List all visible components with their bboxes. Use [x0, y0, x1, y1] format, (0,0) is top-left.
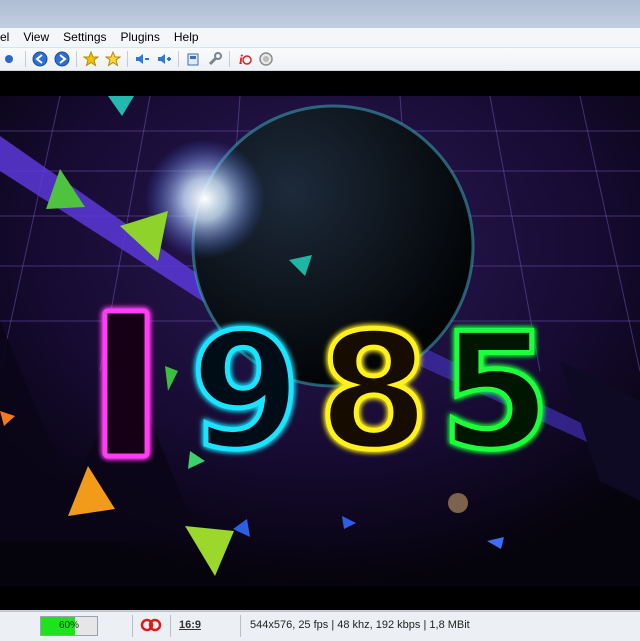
status-divider [132, 615, 133, 637]
menu-item-help[interactable]: Help [167, 28, 206, 47]
toolbar-separator [25, 51, 26, 67]
info-icon[interactable]: i [233, 49, 255, 69]
volume-progress-bar[interactable]: 60% [40, 616, 98, 636]
blue-dot-icon[interactable] [0, 49, 22, 69]
stop-icon[interactable] [255, 49, 277, 69]
status-bar: 60% 16:9 544x576, 25 fps | 48 khz, 192 k… [0, 611, 640, 641]
toolbar-separator [76, 51, 77, 67]
progress-label: 60% [58, 620, 79, 631]
toolbar-separator [229, 51, 230, 67]
toolbar: i [0, 48, 640, 71]
status-divider [240, 615, 241, 637]
record-icon[interactable] [140, 616, 164, 634]
svg-text:9: 9 [190, 298, 301, 485]
video-display[interactable]: 9 8 5 [0, 71, 640, 610]
add-favorite-icon[interactable] [102, 49, 124, 69]
back-icon[interactable] [29, 49, 51, 69]
volume-up-icon[interactable] [153, 49, 175, 69]
svg-text:5: 5 [440, 298, 551, 485]
menu-item-channel[interactable]: el [0, 28, 16, 47]
svg-text:8: 8 [318, 298, 429, 485]
forward-icon[interactable] [51, 49, 73, 69]
aspect-ratio-button[interactable]: 16:9 [179, 616, 201, 634]
stream-info-text: 544x576, 25 fps | 48 khz, 192 kbps | 1,8… [250, 619, 470, 631]
window-titlebar [0, 0, 640, 28]
toolbar-separator [178, 51, 179, 67]
snapshot-icon[interactable] [182, 49, 204, 69]
menu-item-plugins[interactable]: Plugins [114, 28, 167, 47]
toolbar-separator [127, 51, 128, 67]
menu-bar: el View Settings Plugins Help [0, 28, 640, 48]
settings-wrench-icon[interactable] [204, 49, 226, 69]
favorite-star-icon[interactable] [80, 49, 102, 69]
status-divider [170, 615, 171, 637]
menu-item-settings[interactable]: Settings [56, 28, 113, 47]
menu-item-view[interactable]: View [16, 28, 56, 47]
volume-down-icon[interactable] [131, 49, 153, 69]
lens-flare [145, 139, 265, 259]
